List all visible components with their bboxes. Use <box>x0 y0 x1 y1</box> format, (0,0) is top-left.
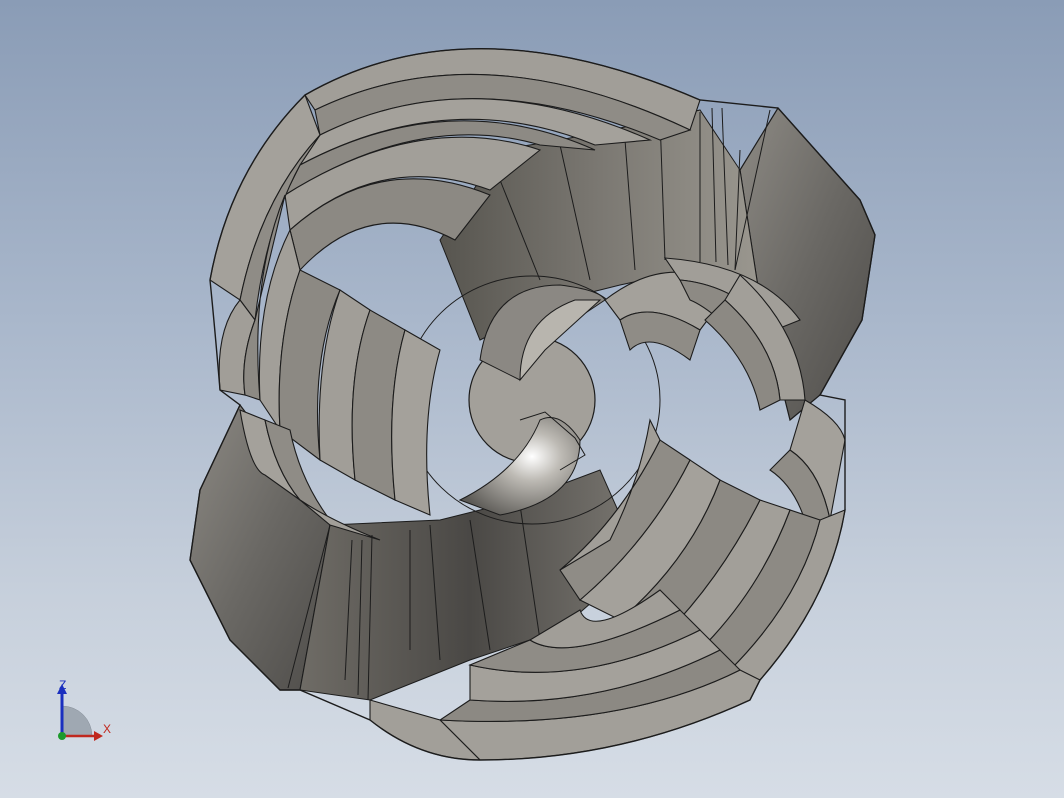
triad-plane-quarter <box>61 705 93 737</box>
x-axis-arrow <box>94 731 103 741</box>
x-axis-label: X <box>103 722 112 736</box>
graphics-viewport[interactable]: Z X <box>0 0 1064 798</box>
3d-model-view[interactable] <box>0 0 1064 798</box>
y-axis-dot <box>58 732 66 740</box>
orientation-triad[interactable] <box>40 670 130 760</box>
z-axis-label: Z <box>59 678 67 692</box>
